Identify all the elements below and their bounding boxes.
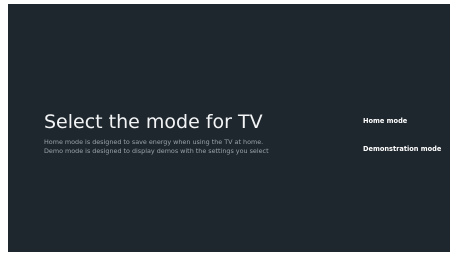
page-title: Select the mode for TV (44, 111, 263, 133)
mode-options-list: Home mode Demonstration mode (363, 116, 450, 154)
mode-description: Home mode is designed to save energy whe… (44, 138, 344, 156)
tv-screen: Select the mode for TV Home mode is desi… (8, 4, 450, 252)
home-mode-option[interactable]: Home mode (363, 116, 450, 126)
demonstration-mode-option[interactable]: Demonstration mode (363, 144, 450, 154)
description-line-home: Home mode is designed to save energy whe… (44, 138, 264, 146)
description-line-demo: Demo mode is designed to display demos w… (44, 147, 269, 155)
mode-info-panel: Select the mode for TV Home mode is desi… (44, 110, 344, 156)
